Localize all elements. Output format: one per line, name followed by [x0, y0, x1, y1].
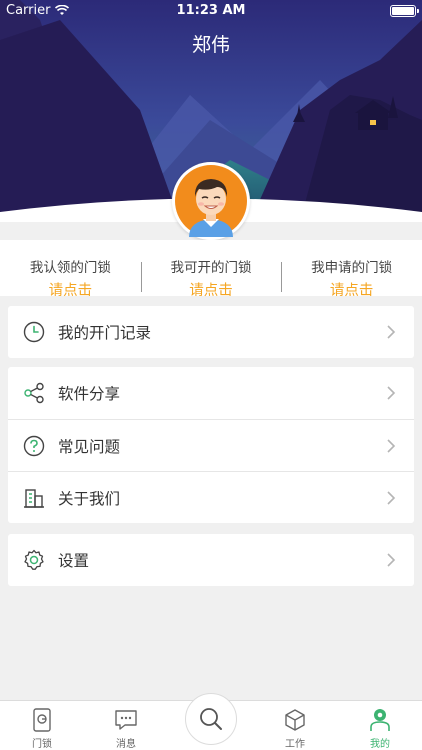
chevron-right-icon — [387, 491, 396, 505]
person-icon — [370, 709, 390, 731]
menu-item-open-records[interactable]: 我的开门记录 — [8, 306, 414, 358]
menu-item-label: 常见问题 — [58, 437, 121, 456]
stat-label: 我认领的门锁 — [29, 260, 111, 276]
tab-door-lock[interactable]: 门锁 — [0, 707, 84, 750]
search-button[interactable] — [185, 693, 237, 745]
share-icon — [24, 382, 44, 404]
message-icon — [115, 710, 137, 730]
box-icon — [285, 709, 305, 731]
status-bar: Carrier 11:23 AM — [0, 0, 422, 22]
avatar[interactable] — [172, 162, 250, 240]
tab-work[interactable]: 工作 — [253, 707, 337, 750]
battery-icon — [390, 5, 419, 17]
menu-item-about[interactable]: 关于我们 — [8, 471, 414, 523]
avatar-illustration — [175, 165, 247, 237]
menu-item-faq[interactable]: 常见问题 — [8, 419, 414, 471]
question-icon — [23, 435, 45, 457]
stat-claimed-locks[interactable]: 我认领的门锁 请点击 — [0, 240, 141, 299]
status-time: 11:23 AM — [176, 3, 246, 18]
menu-item-share[interactable]: 软件分享 — [8, 367, 414, 419]
menu-item-label: 关于我们 — [58, 489, 121, 508]
stat-label: 我申请的门锁 — [311, 260, 393, 276]
tab-mine[interactable]: 我的 — [338, 707, 422, 750]
chevron-right-icon — [387, 439, 396, 453]
menu-group-settings: 设置 — [8, 534, 414, 586]
tab-label: 我的 — [370, 739, 390, 750]
menu-group-records: 我的开门记录 — [8, 306, 414, 358]
lock-stats: 我认领的门锁 请点击 我可开的门锁 请点击 我申请的门锁 请点击 — [0, 240, 422, 299]
chevron-right-icon — [387, 325, 396, 339]
menu-group-info: 软件分享 常见问题 关于我们 — [8, 367, 414, 523]
stat-action[interactable]: 请点击 — [141, 279, 282, 300]
stat-action[interactable]: 请点击 — [0, 279, 141, 300]
building-icon — [24, 489, 44, 508]
chevron-right-icon — [387, 553, 396, 567]
gear-icon — [24, 549, 44, 570]
menu-item-label: 我的开门记录 — [58, 324, 152, 342]
stat-openable-locks[interactable]: 我可开的门锁 请点击 — [140, 240, 282, 299]
tab-label: 门锁 — [32, 739, 52, 750]
menu-item-settings[interactable]: 设置 — [8, 534, 414, 586]
stat-action[interactable]: 请点击 — [281, 279, 422, 300]
stat-applied-locks[interactable]: 我申请的门锁 请点击 — [281, 240, 422, 299]
user-name: 郑伟 — [191, 34, 230, 56]
clock-icon — [23, 321, 45, 343]
stat-label: 我可开的门锁 — [170, 260, 252, 276]
tab-label: 工作 — [285, 739, 305, 750]
tab-messages[interactable]: 消息 — [84, 707, 168, 750]
menu-item-label: 软件分享 — [58, 385, 121, 403]
door-lock-icon — [33, 708, 51, 732]
search-icon — [200, 708, 222, 730]
menu-item-label: 设置 — [58, 552, 90, 570]
chevron-right-icon — [387, 386, 396, 400]
tab-label: 消息 — [116, 739, 136, 750]
